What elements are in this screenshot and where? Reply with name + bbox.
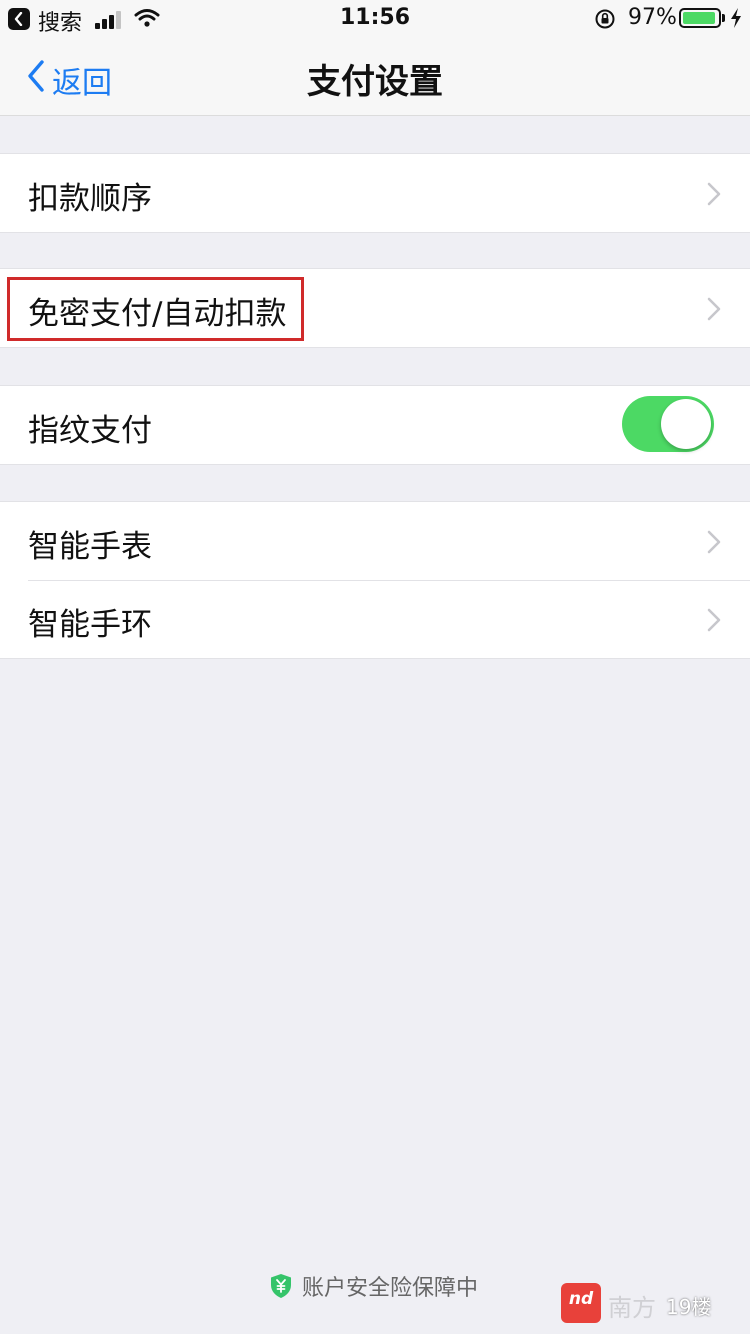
fingerprint-payment-row: 指纹支付 [0,386,750,464]
battery-level-fill [683,12,715,24]
newspaper-logo: nd [561,1283,601,1323]
settings-group-wearables: 智能手表 智能手环 [0,501,750,659]
settings-group-password-free: 免密支付/自动扣款 [0,268,750,348]
smart-watch-label: 智能手表 [28,529,152,565]
watermark-tag: 19楼 [666,1295,712,1319]
chevron-right-icon [707,297,721,321]
chevron-right-icon [707,530,721,554]
chevron-right-icon [707,608,721,632]
settings-group-deduction: 扣款顺序 [0,153,750,233]
deduction-order-label: 扣款顺序 [28,181,152,217]
smart-band-label: 智能手环 [28,607,152,643]
password-free-payment-row[interactable]: 免密支付/自动扣款 [0,269,750,347]
battery-icon [679,8,721,28]
newspaper-logo-text: nd [568,1289,594,1309]
rotation-lock-icon [595,9,615,29]
chevron-right-icon [707,182,721,206]
navigation-bar: 返回 支付设置 [0,38,750,116]
fingerprint-payment-label: 指纹支付 [28,413,152,449]
smart-band-row[interactable]: 智能手环 [0,580,750,658]
settings-group-fingerprint: 指纹支付 [0,385,750,465]
password-free-payment-label: 免密支付/自动扣款 [28,296,287,332]
battery-cap [722,14,725,22]
watermark-brand: 南方 [608,1294,656,1322]
deduction-order-row[interactable]: 扣款顺序 [0,154,750,232]
account-insurance-text: 账户安全险保障中 [302,1276,479,1301]
shield-yen-icon [271,1274,291,1298]
battery-percentage: 97% [628,5,677,30]
smart-watch-row[interactable]: 智能手表 [0,502,750,580]
fingerprint-payment-toggle[interactable] [622,396,714,452]
charging-bolt-icon [731,8,741,28]
page-title: 支付设置 [307,62,443,102]
toggle-knob [661,399,711,449]
status-bar: 搜索 11:56 97% [0,0,750,38]
